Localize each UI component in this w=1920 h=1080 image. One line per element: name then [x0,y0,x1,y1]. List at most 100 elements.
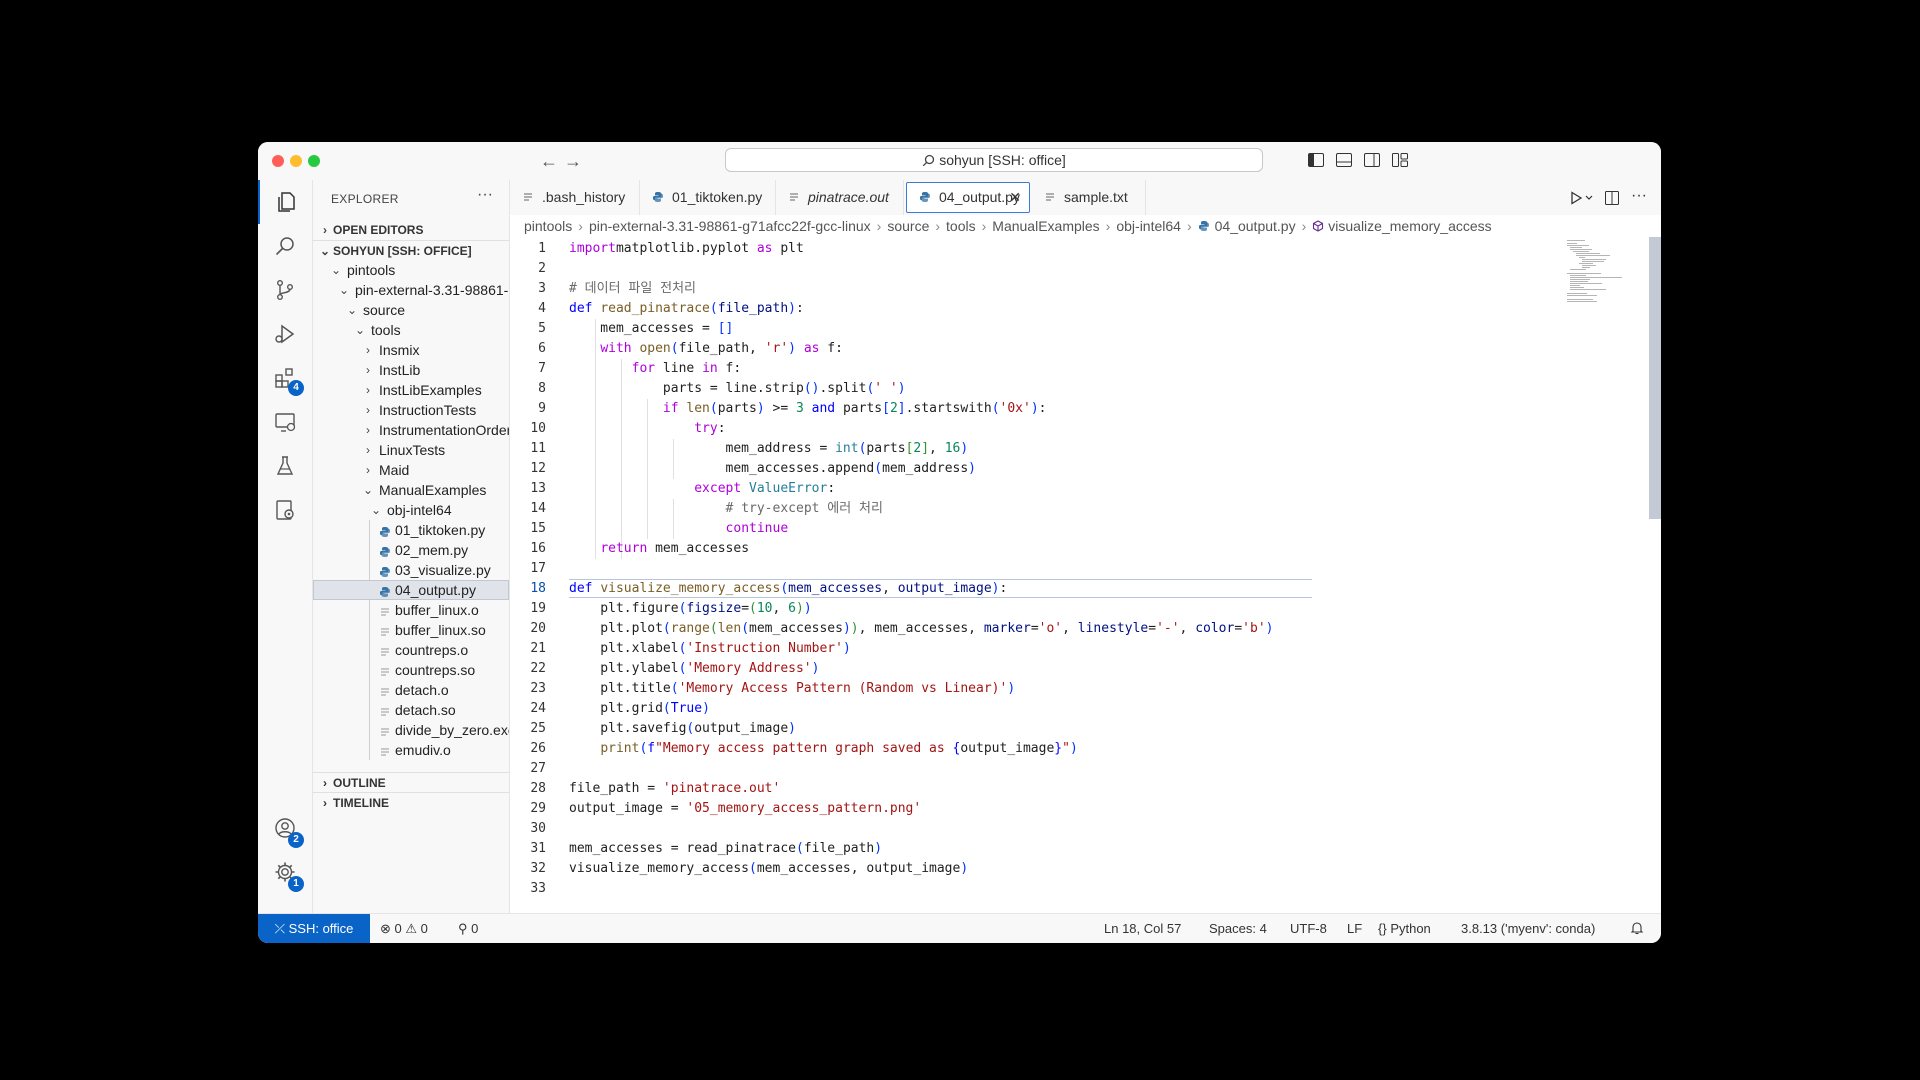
code-line[interactable]: mem_address = int(parts[2], 16) [569,439,969,459]
tree-file[interactable]: buffer_linux.o [313,600,509,620]
remote-settings-icon[interactable] [258,488,312,532]
code-line[interactable]: continue [569,519,789,539]
vertical-scrollbar[interactable] [1649,237,1661,519]
customize-layout-icon[interactable] [1392,153,1408,167]
run-and-debug-icon[interactable] [258,312,312,356]
tree-folder[interactable]: ⌄ ManualExamples [313,480,509,500]
run-python-icon[interactable] [1569,191,1583,205]
tree-folder[interactable]: › InstrumentationOrderA... [313,420,509,440]
breadcrumb-item[interactable]: ManualExamples [992,215,1099,237]
toggle-primary-sidebar-icon[interactable] [1308,153,1324,167]
search-icon[interactable] [258,224,312,268]
tab-04-output[interactable]: 04_output.py ✕ [906,182,1030,213]
code-line[interactable]: def visualize_memory_access(mem_accesses… [569,579,1007,599]
ports-indicator[interactable]: ⚲ 0 [458,914,478,943]
code-line[interactable]: plt.title('Memory Access Pattern (Random… [569,679,1015,699]
code-line[interactable]: except ValueError: [569,479,835,499]
tab-01-tiktoken[interactable]: 01_tiktoken.py [640,180,776,215]
code-line[interactable]: mem_accesses = read_pinatrace(file_path) [569,839,882,859]
toggle-secondary-sidebar-icon[interactable] [1364,153,1380,167]
code-line[interactable]: plt.savefig(output_image) [569,719,796,739]
breadcrumb-item[interactable]: tools [946,215,976,237]
zoom-window-button[interactable] [308,155,320,167]
tree-file[interactable]: detach.o [313,680,509,700]
tree-folder[interactable]: › Insmix [313,340,509,360]
explorer-more-actions-icon[interactable]: ··· [477,186,493,204]
remote-explorer-icon[interactable] [258,400,312,444]
tree-folder[interactable]: › InstLibExamples [313,380,509,400]
code-line[interactable]: visualize_memory_access(mem_accesses, ou… [569,859,968,879]
breadcrumb-item[interactable]: visualize_memory_access [1328,215,1491,237]
breadcrumb-item[interactable]: source [887,215,929,237]
breadcrumb-item[interactable]: obj-intel64 [1116,215,1181,237]
code-line[interactable]: plt.plot(range(len(mem_accesses)), mem_a… [569,619,1273,639]
tree-file[interactable]: divide_by_zero.exe [313,720,509,740]
remote-indicator[interactable]: ⤫ SSH: office [258,914,370,943]
settings-gear-icon[interactable]: 1 [258,850,312,894]
code-line[interactable]: return mem_accesses [569,539,749,559]
code-line[interactable]: mem_accesses.append(mem_address) [569,459,976,479]
tree-folder[interactable]: › InstructionTests [313,400,509,420]
code-line[interactable]: for line in f: [569,359,742,379]
split-editor-icon[interactable] [1605,191,1619,205]
outline-section[interactable]: › OUTLINE [313,772,509,793]
code-line[interactable]: parts = line.strip().split(' ') [569,379,906,399]
encoding[interactable]: UTF-8 [1290,914,1327,943]
tree-folder[interactable]: ⌄ pintools [313,260,509,280]
tree-folder[interactable]: ⌄ obj-intel64 [313,500,509,520]
code-line[interactable]: file_path = 'pinatrace.out' [569,779,780,799]
tree-file[interactable]: 01_tiktoken.py [313,520,509,540]
code-content[interactable]: importmatplotlib.pyplot as plt # 데이터 파일 전… [569,237,1599,913]
code-line[interactable]: # 데이터 파일 전처리 [569,279,696,299]
tree-folder[interactable]: ⌄ tools [313,320,509,340]
source-control-icon[interactable] [258,268,312,312]
indentation[interactable]: Spaces: 4 [1209,914,1267,943]
tab-sample-txt[interactable]: sample.txt [1032,180,1146,215]
tree-file[interactable]: 03_visualize.py [313,560,509,580]
problems-indicator[interactable]: ⊗ 0 ⚠ 0 [380,914,428,943]
code-line[interactable]: def read_pinatrace(file_path): [569,299,804,319]
command-center-search[interactable]: sohyun [SSH: office] [725,148,1263,172]
code-line[interactable]: with open(file_path, 'r') as f: [569,339,843,359]
explorer-icon[interactable] [258,180,312,224]
tree-file[interactable]: countreps.so [313,660,509,680]
workspace-section[interactable]: ⌄ SOHYUN [SSH: OFFICE] [313,240,509,261]
tree-file[interactable]: emudiv.o [313,740,509,760]
tree-file[interactable]: countreps.o [313,640,509,660]
close-tab-icon[interactable]: ✕ [1009,183,1021,212]
extensions-icon[interactable]: 4 [258,356,312,400]
code-editor[interactable]: 1 2 3 4 5 6 7 8 9 10 11 12 13 14 15 16 17 18 19 20 21 22 23 24 2… [510,237,1661,913]
code-line[interactable]: plt.ylabel('Memory Address') [569,659,819,679]
code-line[interactable]: print(f"Memory access pattern graph save… [569,739,1077,759]
open-editors-section[interactable]: › OPEN EDITORS [313,220,509,240]
chevron-down-icon[interactable] [1585,195,1593,201]
close-window-button[interactable] [272,155,284,167]
cursor-position[interactable]: Ln 18, Col 57 [1104,914,1181,943]
end-of-line[interactable]: LF [1347,914,1362,943]
notifications-bell-icon[interactable] [1630,914,1644,943]
language-mode[interactable]: {} Python [1378,914,1431,943]
toggle-panel-icon[interactable] [1336,153,1352,167]
testing-icon[interactable] [258,444,312,488]
tree-file[interactable]: detach.so [313,700,509,720]
tab-pinatrace-out[interactable]: pinatrace.out [776,180,904,215]
tree-folder[interactable]: › InstLib [313,360,509,380]
minimize-window-button[interactable] [290,155,302,167]
breadcrumb-item[interactable]: 04_output.py [1215,215,1296,237]
code-line[interactable]: importmatplotlib.pyplot as plt [569,239,804,259]
accounts-icon[interactable]: 2 [258,806,312,850]
code-line[interactable]: plt.grid(True) [569,699,710,719]
code-line[interactable]: output_image = '05_memory_access_pattern… [569,799,921,819]
breadcrumb-item[interactable]: pin-external-3.31-98861-g71afcc22f-gcc-l… [589,215,871,237]
tree-folder[interactable]: ⌄ pin-external-3.31-98861-... [313,280,509,300]
minimap[interactable] [1561,237,1661,913]
back-arrow-icon[interactable]: ← [538,150,560,172]
code-line[interactable]: # try-except 에러 처리 [569,499,883,519]
tree-file[interactable]: buffer_linux.so [313,620,509,640]
code-line[interactable]: try: [569,419,725,439]
timeline-section[interactable]: › TIMELINE [313,792,509,813]
more-actions-icon[interactable]: ··· [1631,180,1647,212]
python-interpreter[interactable]: 3.8.13 ('myenv': conda) [1461,914,1595,943]
tree-folder[interactable]: › Maid [313,460,509,480]
tree-file[interactable]: 04_output.py [313,580,509,600]
